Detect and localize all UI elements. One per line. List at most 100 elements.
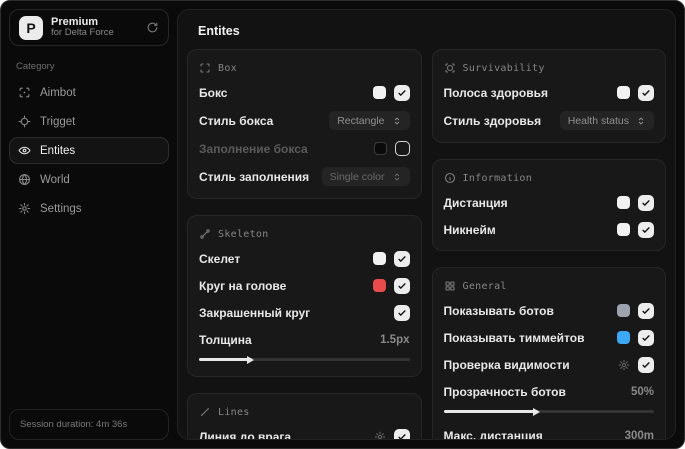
setting-row-fill-style: Стиль заполнения Single color [199,167,410,186]
chevron-updown-icon [392,172,402,182]
dropdown-value: Health status [567,114,629,127]
slider-fill [199,358,252,361]
general-card-header: General [444,280,655,292]
color-swatch[interactable] [373,142,387,155]
setting-label: Полоса здоровья [443,85,548,100]
setting-label: Линия до врага [199,429,292,440]
checkbox-checked[interactable] [393,428,410,439]
checkbox-checked[interactable] [393,84,410,101]
setting-label: Макс. дистанция [443,428,543,440]
sidebar-item-settings[interactable]: Settings [9,195,169,222]
section-title: Skeleton [218,228,269,240]
setting-row-health-bar: Полоса здоровья [443,84,654,101]
section-title: Box [218,62,237,74]
sidebar-item-label: Aimbot [40,86,76,99]
checkbox-checked[interactable] [393,277,410,294]
setting-label: Дистанция [443,195,508,210]
checkbox-checked[interactable] [393,304,410,321]
checkbox-checked[interactable] [638,221,654,238]
section-title: Lines [218,406,250,418]
setting-row-box-enabled: Бокс [199,84,410,101]
color-swatch[interactable] [372,279,386,292]
checkbox-checked[interactable] [638,302,654,319]
setting-label: Толщина [199,332,252,347]
skeleton-card-header: Skeleton [199,228,410,240]
checkbox-checked[interactable] [638,356,654,373]
setting-label: Скелет [199,251,241,266]
color-swatch[interactable] [617,304,630,317]
entities-icon [18,144,31,157]
color-swatch[interactable] [617,86,630,99]
bot-opacity-slider[interactable] [443,410,654,413]
survivability-icon [444,62,456,74]
general-card: General Показывать ботов Показывать тимм… [431,267,666,440]
color-swatch[interactable] [617,223,630,236]
sidebar-item-label: Trigget [40,115,76,128]
setting-label: Закрашенный круг [199,305,311,320]
setting-row-line-to-enemy: Линия до врага [199,428,410,440]
lines-card: Lines Линия до врага [187,393,422,440]
brand-subtitle: for Delta Force [51,27,114,39]
session-duration-text: Session duration: 4m 36s [20,419,128,430]
setting-label: Никнейм [443,222,496,237]
general-icon [444,280,456,292]
health-style-dropdown[interactable]: Health status [559,111,654,130]
setting-row-health-style: Стиль здоровья Health status [444,111,654,130]
sidebar-item-entites[interactable]: Entites [9,137,169,164]
section-title: Survivability [462,62,545,74]
information-card: Information Дистанция Никнейм [431,159,666,251]
setting-label: Стиль бокса [199,113,274,128]
setting-row-skeleton: Скелет [199,250,410,267]
gear-icon[interactable] [618,359,630,371]
app-window: P Premium for Delta Force Category Aimbo… [0,0,685,449]
setting-label: Показывать тиммейтов [443,330,585,345]
sidebar-item-label: World [40,173,70,186]
setting-label: Круг на голове [199,278,287,293]
lines-card-header: Lines [199,406,410,418]
checkbox-checked[interactable] [638,329,654,346]
slider-value: 300m [624,429,654,440]
chevron-updown-icon [392,116,402,126]
setting-row-head-circle: Круг на голове [199,277,410,294]
sidebar-item-aimbot[interactable]: Aimbot [9,79,169,106]
skeleton-icon [199,228,211,240]
sidebar-item-trigget[interactable]: Trigget [9,108,169,135]
box-card-header: Box [199,62,410,74]
setting-label: Проверка видимости [443,357,570,372]
box-style-dropdown[interactable]: Rectangle [329,111,410,130]
right-column: Survivability Полоса здоровья Стиль здор… [431,49,666,440]
checkbox-checked[interactable] [393,250,410,267]
checkbox-checked[interactable] [638,194,654,211]
chevron-updown-icon [636,116,646,126]
sidebar-item-label: Entites [40,144,76,157]
session-duration: Session duration: 4m 36s [9,409,169,440]
gear-icon[interactable] [374,431,386,439]
color-swatch[interactable] [372,86,386,99]
information-icon [444,172,456,184]
section-title: Information [462,172,533,184]
fill-style-dropdown[interactable]: Single color [321,167,410,186]
color-swatch[interactable] [617,196,630,209]
page-title: Entites [198,24,240,38]
setting-row-show-bots: Показывать ботов [444,302,654,319]
box-icon [199,62,211,74]
color-swatch[interactable] [617,331,630,344]
slider-fill [443,410,539,413]
slider-value: 1.5px [380,333,410,346]
sidebar: P Premium for Delta Force Category Aimbo… [1,1,177,448]
sidebar-item-world[interactable]: World [9,166,169,193]
world-icon [18,173,31,186]
skeleton-card: Skeleton Скелет Круг на голове Закрашенн… [187,215,422,377]
gear-icon [18,202,31,215]
checkbox-checked[interactable] [638,84,654,101]
setting-row-show-teammates: Показывать тиммейтов [443,329,654,346]
dropdown-value: Rectangle [337,114,385,127]
brand-card: P Premium for Delta Force [9,9,169,46]
checkbox-unchecked[interactable] [394,141,410,156]
setting-label: Стиль заполнения [199,169,310,184]
left-column: Box Бокс Стиль бокса Rectangle Заполнени… [187,49,422,440]
color-swatch[interactable] [372,252,386,265]
thickness-slider[interactable] [199,358,410,361]
sync-icon[interactable] [146,21,159,34]
setting-label: Заполнение бокса [199,141,308,156]
